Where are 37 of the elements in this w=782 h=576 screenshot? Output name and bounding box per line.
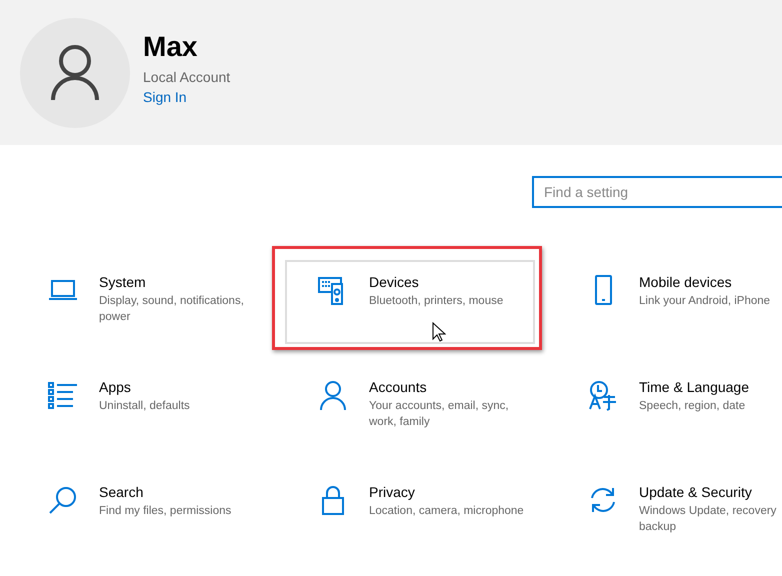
settings-tile[interactable]: Mobile devices Link your Android, iPhone — [555, 260, 782, 344]
settings-tile[interactable]: Time & Language Speech, region, date — [555, 365, 782, 449]
tile-description: Link your Android, iPhone — [639, 294, 770, 309]
settings-tile[interactable]: Devices Bluetooth, printers, mouse — [285, 260, 535, 344]
tile-title: Apps — [99, 379, 132, 395]
tile-description: Speech, region, date — [639, 399, 746, 414]
tile-description: Your accounts, email, sync, work, family — [369, 399, 510, 430]
tile-title: Time & Language — [639, 379, 749, 395]
list-icon — [47, 379, 79, 411]
settings-tile[interactable]: Accounts Your accounts, email, sync, work, family — [285, 365, 535, 449]
tile-title: System — [99, 274, 147, 290]
account-name: Max — [143, 30, 198, 62]
tile-title: Accounts — [369, 379, 428, 395]
cursor-icon — [432, 322, 446, 342]
tile-description: Location, camera, microphone — [369, 504, 524, 519]
person-icon — [50, 44, 100, 102]
search-icon — [47, 484, 79, 516]
tile-title: Privacy — [369, 484, 416, 500]
settings-tile[interactable]: Update & Security Windows Update, recovery backup — [555, 470, 782, 554]
settings-tile[interactable]: Search Find my files, permissions — [15, 470, 265, 554]
tile-title: Update & Security — [639, 484, 753, 500]
settings-tile[interactable]: System Display, sound, notifications, power — [15, 260, 265, 344]
tile-title: Devices — [369, 274, 420, 290]
tile-description: Display, sound, notifications, power — [99, 294, 245, 325]
settings-tile[interactable]: Privacy Location, camera, microphone — [285, 470, 535, 554]
account-type: Local Account — [143, 68, 230, 84]
tile-description: Find my files, permissions — [99, 504, 232, 519]
clock-letters-icon — [587, 379, 619, 411]
tile-title: Search — [99, 484, 144, 500]
tile-title: Mobile devices — [639, 274, 733, 290]
search-field[interactable]: Find a setting — [532, 176, 782, 208]
person-icon — [317, 379, 349, 411]
tile-description: Uninstall, defaults — [99, 399, 190, 414]
tile-description: Windows Update, recovery backup — [639, 504, 778, 535]
sign-in-link[interactable]: Sign In — [143, 88, 230, 104]
tile-description: Bluetooth, printers, mouse — [369, 294, 504, 309]
settings-tile[interactable]: Apps Uninstall, defaults — [15, 365, 265, 449]
